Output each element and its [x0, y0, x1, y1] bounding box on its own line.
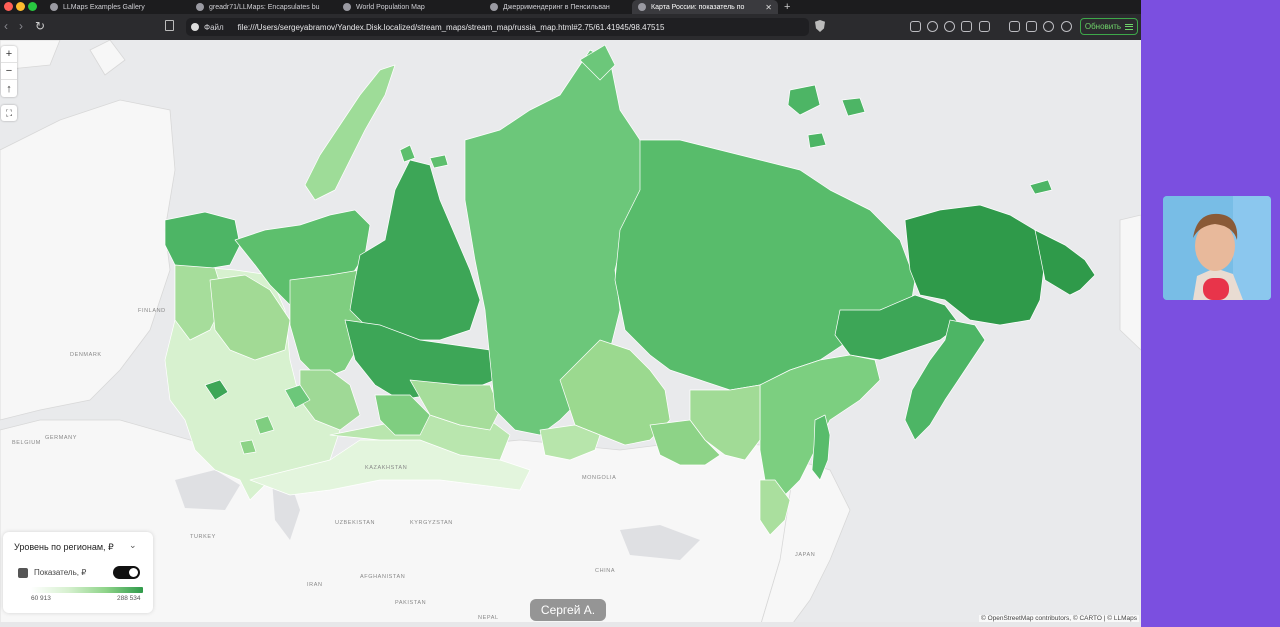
new-tab-button[interactable]: +	[784, 0, 790, 14]
fullscreen-button[interactable]: ⛶	[1, 105, 17, 121]
zoom-out-button[interactable]: −	[1, 63, 17, 80]
legend-min-value: 60 913	[31, 595, 51, 602]
webcam-overlay	[1163, 196, 1271, 300]
address-bar[interactable]: Файл file:///Users/sergeyabramov/Yandex.…	[186, 18, 809, 36]
window-bottom-edge	[0, 622, 1141, 627]
country-label-afghanistan: AFGHANISTAN	[360, 574, 406, 580]
browser-window: LLMaps Examples Gallery greadr71/LLMaps:…	[0, 0, 1141, 627]
country-label-uzbekistan: UZBEKISTAN	[335, 520, 376, 526]
zoom-in-button[interactable]: +	[1, 46, 17, 63]
legend-gradient	[31, 587, 143, 593]
update-button[interactable]: Обновить	[1080, 18, 1138, 35]
url-text: file:///Users/sergeyabramov/Yandex.Disk.…	[237, 22, 665, 32]
country-label-kazakhstan: KAZAKHSTAN	[365, 465, 408, 471]
tab-russia-map[interactable]: Карта России: показатель по ✕	[632, 0, 778, 14]
country-label-belgium: BELGIUM	[12, 440, 41, 446]
speaker-caption: Сергей А.	[530, 599, 606, 621]
shield-check-icon[interactable]	[1061, 21, 1072, 32]
tab-llmaps-gallery[interactable]: LLMaps Examples Gallery	[44, 0, 182, 14]
extension-icon[interactable]	[927, 21, 938, 32]
tab-strip: LLMaps Examples Gallery greadr71/LLMaps:…	[0, 0, 1141, 14]
wallet-icon[interactable]	[1026, 21, 1037, 32]
country-label-nepal: NEPAL	[478, 615, 499, 621]
extension-icon[interactable]	[979, 21, 990, 32]
zoom-control: + − ↑	[1, 46, 17, 97]
map-legend: Уровень по регионам, ₽ ⌄ Показатель, ₽ 6…	[3, 532, 153, 613]
github-icon	[196, 3, 204, 11]
tab-world-population[interactable]: World Population Map	[337, 0, 475, 14]
puzzle-icon[interactable]	[961, 21, 972, 32]
globe-icon	[638, 3, 646, 11]
legend-metric-label: Показатель, ₽	[34, 568, 87, 577]
shield-icon[interactable]	[815, 20, 825, 32]
compass-button[interactable]: ↑	[1, 80, 17, 97]
sparkle-icon[interactable]	[1043, 21, 1054, 32]
country-label-kyrgyzstan: KYRGYZSTAN	[410, 520, 453, 526]
minimize-window-button[interactable]	[16, 2, 25, 11]
globe-icon	[50, 3, 58, 11]
chevron-down-icon[interactable]: ⌄	[129, 540, 137, 551]
layer-toggle[interactable]	[113, 566, 140, 579]
country-label-finland: FINLAND	[138, 308, 166, 314]
country-label-iran: IRAN	[307, 582, 323, 588]
webcam-person-image	[1163, 196, 1271, 300]
country-label-germany: GERMANY	[45, 435, 78, 441]
tab-github-llmaps[interactable]: greadr71/LLMaps: Encapsulates bu	[190, 0, 328, 14]
country-label-china: CHINA	[595, 568, 616, 574]
globe-icon	[490, 3, 498, 11]
legend-max-value: 288 534	[117, 595, 141, 602]
stream-background	[1141, 0, 1280, 627]
maximize-window-button[interactable]	[28, 2, 37, 11]
reload-button[interactable]: ↻	[35, 19, 45, 33]
info-icon[interactable]	[191, 23, 199, 31]
close-window-button[interactable]	[4, 2, 13, 11]
menu-icon	[1125, 23, 1134, 30]
extension-icon[interactable]	[910, 21, 921, 32]
map-attribution[interactable]: © OpenStreetMap contributors, © CARTO | …	[979, 615, 1139, 622]
forward-button[interactable]: ›	[19, 19, 23, 33]
country-label-mongolia: MONGOLIA	[582, 475, 617, 481]
extension-icon[interactable]	[944, 21, 955, 32]
legend-title: Уровень по регионам, ₽	[14, 542, 114, 552]
browser-toolbar: ‹ › ↻ Файл file:///Users/sergeyabramov/Y…	[0, 14, 1141, 40]
bookmark-icon[interactable]	[165, 20, 174, 31]
country-label-japan: JAPAN	[795, 552, 816, 558]
country-label-denmark: DENMARK	[70, 352, 102, 358]
map-svg	[0, 40, 1141, 627]
globe-icon	[343, 3, 351, 11]
country-label-turkey: TURKEY	[190, 534, 216, 540]
download-icon[interactable]	[1009, 21, 1020, 32]
country-label-pakistan: PAKISTAN	[395, 600, 427, 606]
tab-gerrymandering[interactable]: Джерримендеринг в Пенсильван	[484, 0, 622, 14]
back-button[interactable]: ‹	[4, 19, 8, 33]
map-canvas[interactable]: FINLAND DENMARK BELGIUM GERMANY TURKEY K…	[0, 40, 1141, 627]
close-tab-icon[interactable]: ✕	[765, 3, 772, 12]
layer-swatch	[18, 568, 28, 578]
